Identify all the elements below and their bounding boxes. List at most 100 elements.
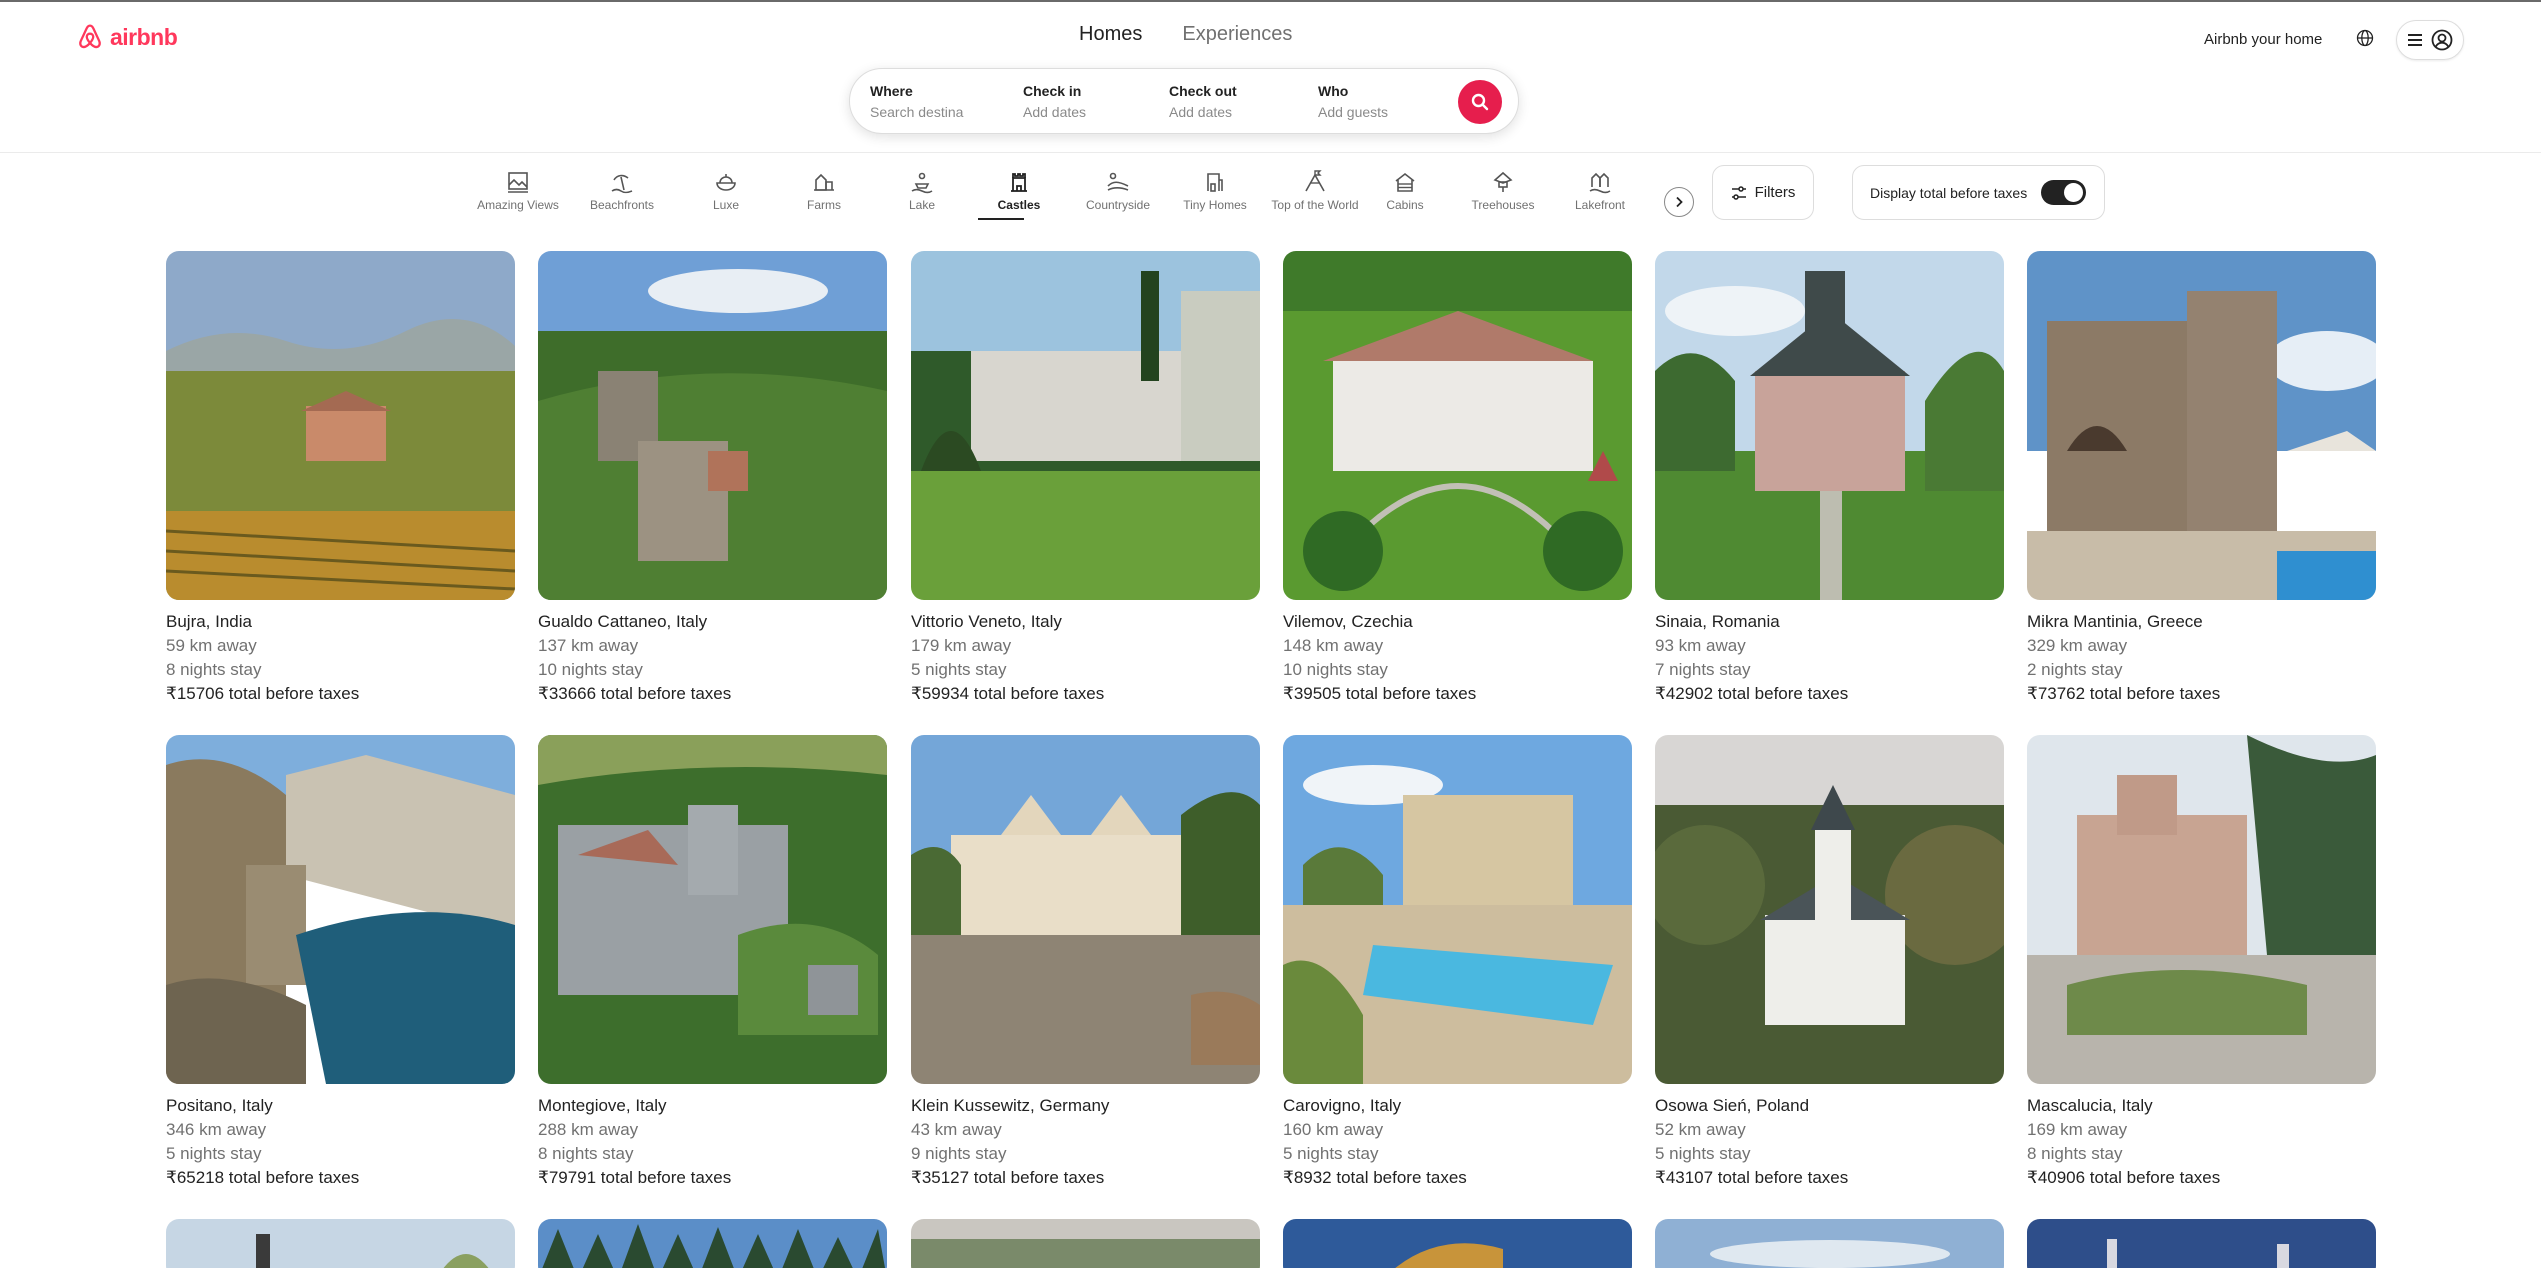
where-field[interactable]: Where Search destina (870, 83, 963, 120)
listing-distance: 59 km away (166, 636, 257, 655)
listing-photo[interactable] (2027, 1219, 2376, 1268)
listing-card[interactable]: Klein Kussewitz, Germany 43 km away 9 ni… (911, 735, 1260, 1190)
category-label: Amazing Views (477, 198, 559, 212)
listing-photo[interactable] (1283, 251, 1632, 600)
display-total-toggle-container: Display total before taxes (1852, 165, 2105, 220)
listing-card[interactable]: Montegiove, Italy 288 km away 8 nights s… (538, 735, 887, 1190)
listing-stay: 5 nights stay (1283, 1144, 1379, 1163)
listing-photo[interactable] (2027, 735, 2376, 1084)
listing-stay: 8 nights stay (538, 1144, 634, 1163)
user-menu-button[interactable] (2396, 20, 2464, 60)
listing-photo[interactable] (1655, 251, 2004, 600)
check-in-field[interactable]: Check in Add dates (1023, 83, 1086, 120)
listing-card[interactable]: Mascalucia, Italy 169 km away 8 nights s… (2027, 735, 2376, 1190)
listing-photo[interactable] (1283, 735, 1632, 1084)
display-total-switch[interactable] (2041, 180, 2087, 205)
hamburger-icon (2408, 34, 2422, 46)
who-field[interactable]: Who Add guests (1318, 83, 1388, 120)
listing-card-partial[interactable] (1655, 1219, 2004, 1268)
globe-icon[interactable] (2356, 29, 2374, 52)
listing-card[interactable]: Mikra Mantinia, Greece 329 km away 2 nig… (2027, 251, 2376, 706)
filters-button[interactable]: Filters (1712, 165, 1814, 220)
listing-price: ₹73762 total before taxes (2027, 684, 2221, 703)
category-lakefront[interactable]: Lakefront (1540, 170, 1660, 212)
listing-photo[interactable] (166, 1219, 515, 1268)
listing-photo[interactable] (911, 735, 1260, 1084)
filters-label: Filters (1754, 184, 1796, 201)
category-amazing-views[interactable]: Amazing Views (458, 170, 578, 212)
farm-icon (814, 173, 834, 191)
listing-card[interactable]: Carovigno, Italy 160 km away 5 nights st… (1283, 735, 1632, 1190)
listing-photo[interactable] (1283, 1219, 1632, 1268)
check-in-label: Check in (1023, 83, 1082, 99)
who-label: Who (1318, 83, 1349, 99)
category-beachfronts[interactable]: Beachfronts (562, 170, 682, 212)
where-label: Where (870, 83, 913, 99)
check-out-field[interactable]: Check out Add dates (1169, 83, 1237, 120)
listing-card[interactable]: Vittorio Veneto, Italy 179 km away 5 nig… (911, 251, 1260, 706)
listing-photo[interactable] (538, 735, 887, 1084)
listing-card-partial[interactable] (911, 1219, 1260, 1268)
tab-experiences[interactable]: Experiences (1182, 23, 1292, 46)
airbnb-logo-icon (79, 24, 101, 49)
listing-distance: 93 km away (1655, 636, 1746, 655)
airbnb-logo[interactable]: airbnb (76, 22, 178, 52)
airbnb-your-home-link[interactable]: Airbnb your home (2204, 31, 2322, 48)
listing-photo[interactable] (911, 1219, 1260, 1268)
categories-next-button[interactable] (1664, 187, 1694, 217)
listing-stay: 10 nights stay (1283, 660, 1388, 679)
listing-photo[interactable] (538, 251, 887, 600)
search-bar: Where Search destina Check in Add dates … (849, 68, 1519, 134)
listing-card[interactable]: Vilemov, Czechia 148 km away 10 nights s… (1283, 251, 1632, 706)
listing-stay: 9 nights stay (911, 1144, 1007, 1163)
listing-card[interactable]: Osowa Sień, Poland 52 km away 5 nights s… (1655, 735, 2004, 1190)
listing-location: Mikra Mantinia, Greece (2027, 612, 2203, 631)
active-category-underline (978, 218, 1024, 220)
listing-distance: 43 km away (911, 1120, 1002, 1139)
beachfront-icon (611, 174, 633, 194)
treehouse-icon (1493, 171, 1513, 192)
listing-price: ₹43107 total before taxes (1655, 1168, 1849, 1187)
category-label: Beachfronts (589, 198, 655, 212)
check-in-value: Add dates (1023, 104, 1087, 120)
listing-photo[interactable] (166, 735, 515, 1084)
where-input[interactable]: Search destina (870, 104, 963, 120)
listing-card[interactable]: Positano, Italy 346 km away 5 nights sta… (166, 735, 515, 1190)
listing-location: Osowa Sień, Poland (1655, 1096, 1810, 1115)
listing-price: ₹65218 total before taxes (166, 1168, 360, 1187)
display-total-label: Display total before taxes (1870, 184, 2028, 201)
tab-homes[interactable]: Homes (1079, 23, 1142, 46)
listing-photo[interactable] (2027, 251, 2376, 600)
listing-photo[interactable] (1655, 735, 2004, 1084)
listing-location: Positano, Italy (166, 1096, 273, 1115)
listing-stay: 5 nights stay (1655, 1144, 1751, 1163)
search-button[interactable] (1458, 80, 1502, 124)
listing-photo[interactable] (1655, 1219, 2004, 1268)
listing-card-partial[interactable] (2027, 1219, 2376, 1268)
check-out-label: Check out (1169, 83, 1237, 99)
listing-photo[interactable] (538, 1219, 887, 1268)
user-icon (2431, 29, 2453, 51)
listing-distance: 137 km away (538, 636, 639, 655)
listing-card-partial[interactable] (1283, 1219, 1632, 1268)
listing-photo[interactable] (166, 251, 515, 600)
lake-icon (911, 172, 933, 194)
listing-photo[interactable] (911, 251, 1260, 600)
listing-location: Mascalucia, Italy (2027, 1096, 2153, 1115)
listing-location: Vittorio Veneto, Italy (911, 612, 1062, 631)
listing-price: ₹33666 total before taxes (538, 684, 732, 703)
site-header: airbnb Homes Experiences Airbnb your hom… (0, 2, 2541, 153)
listing-stay: 2 nights stay (2027, 660, 2123, 679)
listing-stay: 8 nights stay (166, 660, 262, 679)
cabin-icon (1395, 172, 1415, 192)
listing-location: Montegiove, Italy (538, 1096, 667, 1115)
listing-card-partial[interactable] (538, 1219, 887, 1268)
listing-price: ₹79791 total before taxes (538, 1168, 732, 1187)
listing-card[interactable]: Sinaia, Romania 93 km away 7 nights stay… (1655, 251, 2004, 706)
sliders-icon (1731, 185, 1746, 200)
listing-location: Vilemov, Czechia (1283, 612, 1413, 631)
tiny-home-icon (1207, 173, 1223, 192)
listing-card-partial[interactable] (166, 1219, 515, 1268)
listing-card[interactable]: Bujra, India 59 km away 8 nights stay ₹1… (166, 251, 515, 706)
listing-card[interactable]: Gualdo Cattaneo, Italy 137 km away 10 ni… (538, 251, 887, 706)
